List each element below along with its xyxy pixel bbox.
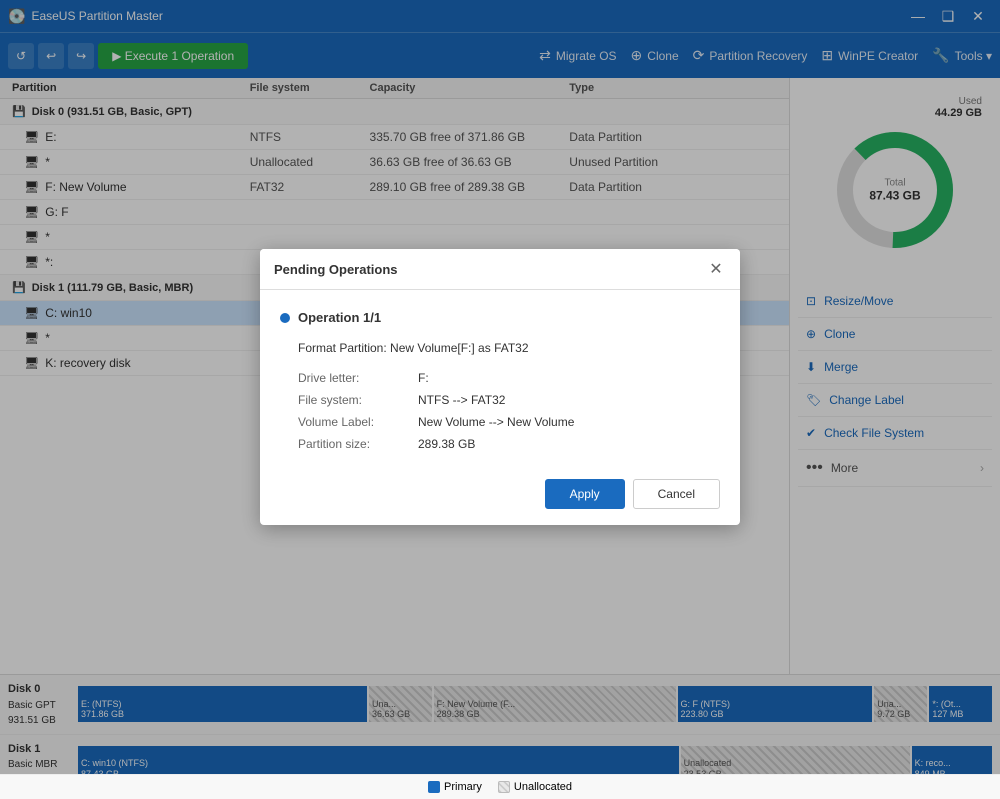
legend-primary-label: Primary [444,781,482,793]
modal-footer: Apply Cancel [260,465,740,525]
operation-title: Operation 1/1 [280,310,720,325]
op-detail-volume-label: Volume Label: New Volume --> New Volume [298,411,720,433]
legend-unallocated-box [498,781,510,793]
op-detail-label: Drive letter: [298,371,418,385]
op-detail-label: Partition size: [298,437,418,451]
legend-unallocated-label: Unallocated [514,781,572,793]
op-detail-value: F: [418,371,429,385]
legend-primary: Primary [428,781,482,793]
op-detail-filesystem: File system: NTFS --> FAT32 [298,389,720,411]
op-detail-drive-letter: Drive letter: F: [298,367,720,389]
legend: Primary Unallocated [0,774,1000,799]
apply-button[interactable]: Apply [545,479,625,509]
op-detail-value: NTFS --> FAT32 [418,393,505,407]
pending-operations-modal: Pending Operations ✕ Operation 1/1 Forma… [260,249,740,525]
modal-body: Operation 1/1 Format Partition: New Volu… [260,290,740,465]
op-detail-label: Volume Label: [298,415,418,429]
op-detail-label: File system: [298,393,418,407]
operation-details: Format Partition: New Volume[F:] as FAT3… [280,341,720,455]
modal-title: Pending Operations [274,262,398,277]
op-detail-value: 289.38 GB [418,437,475,451]
modal-header: Pending Operations ✕ [260,249,740,290]
modal-close-button[interactable]: ✕ [706,259,726,279]
legend-unallocated: Unallocated [498,781,572,793]
legend-primary-box [428,781,440,793]
operation-description: Format Partition: New Volume[F:] as FAT3… [298,341,720,355]
modal-overlay: Pending Operations ✕ Operation 1/1 Forma… [0,0,1000,774]
cancel-button[interactable]: Cancel [633,479,720,509]
op-detail-value: New Volume --> New Volume [418,415,574,429]
op-dot-icon [280,313,290,323]
op-detail-partition-size: Partition size: 289.38 GB [298,433,720,455]
